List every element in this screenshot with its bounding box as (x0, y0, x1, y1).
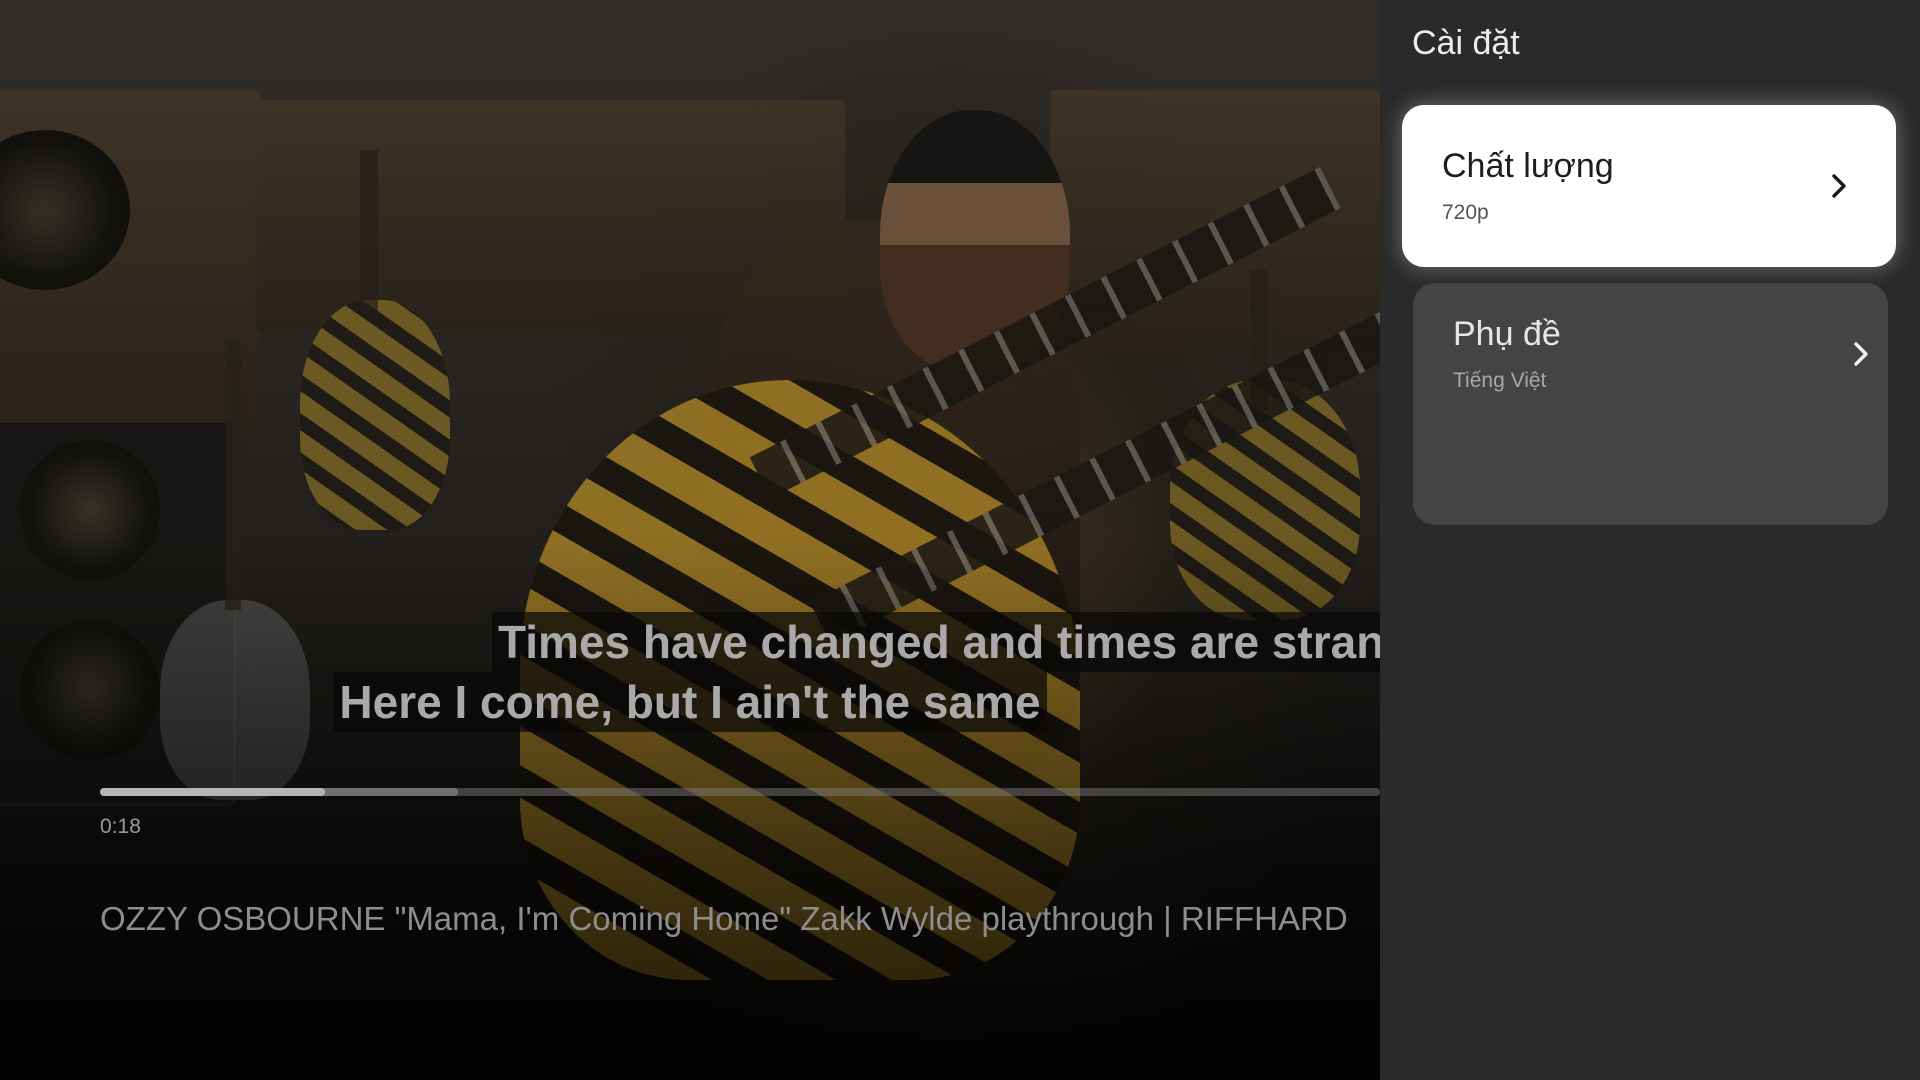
video-title: OZZY OSBOURNE "Mama, I'm Coming Home" Za… (100, 900, 1348, 937)
settings-item-value: 720p (1442, 201, 1489, 224)
current-time: 0:18 (100, 815, 141, 838)
settings-item-label: Phụ đề (1453, 315, 1561, 353)
chevron-right-icon (1854, 342, 1868, 366)
seek-bar[interactable] (100, 788, 1380, 796)
settings-item-value: Tiếng Việt (1453, 369, 1547, 392)
chevron-right-icon (1832, 174, 1846, 198)
settings-item-quality[interactable]: Chất lượng 720p (1402, 105, 1896, 267)
settings-title: Cài đặt (1412, 24, 1520, 62)
seek-bar-played (100, 788, 326, 796)
settings-panel: Cài đặt Chất lượng 720p Phụ đề Tiếng Việ… (1380, 0, 1920, 1080)
settings-item-subtitles[interactable]: Phụ đề Tiếng Việt (1413, 283, 1888, 525)
tv-player-screen: Times have changed and times are strang … (0, 0, 1920, 1080)
settings-item-label: Chất lượng (1442, 147, 1614, 185)
